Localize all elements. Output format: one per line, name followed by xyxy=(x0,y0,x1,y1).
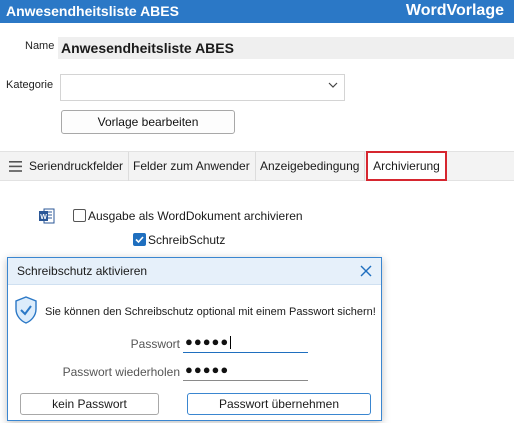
archive-checkbox-label: Ausgabe als WordDokument archivieren xyxy=(88,209,303,223)
accept-password-button[interactable]: Passwort übernehmen xyxy=(187,393,371,415)
edit-template-button[interactable]: Vorlage bearbeiten xyxy=(61,110,235,134)
password-field[interactable]: ●●●●● xyxy=(183,333,308,353)
tab-felder-zum-anwender[interactable]: Felder zum Anwender xyxy=(128,152,256,181)
dialog-titlebar: Schreibschutz aktivieren xyxy=(8,258,381,285)
shield-check-icon xyxy=(15,296,37,324)
repeat-password-label: Passwort wiederholen xyxy=(62,365,180,379)
chevron-down-icon[interactable] xyxy=(328,80,338,90)
write-protect-dialog: Schreibschutz aktivieren Sie können den … xyxy=(7,257,382,421)
dialog-message: Sie können den Schreibschutz optional mi… xyxy=(45,306,376,318)
archive-checkbox[interactable] xyxy=(73,209,86,222)
svg-text:W: W xyxy=(40,214,47,221)
title-bar: Anwesendheitsliste ABES WordVorlage xyxy=(0,0,514,23)
no-password-button[interactable]: kein Passwort xyxy=(20,393,159,415)
kategorie-label: Kategorie xyxy=(6,79,54,91)
close-icon[interactable] xyxy=(360,265,372,277)
checkmark-icon xyxy=(135,236,144,244)
repeat-password-field[interactable]: ●●●●● xyxy=(183,361,308,381)
menu-icon[interactable] xyxy=(9,161,22,172)
tab-archivierung[interactable]: Archivierung xyxy=(366,151,447,181)
write-protect-label: SchreibSchutz xyxy=(148,233,226,247)
module-name: WordVorlage xyxy=(405,2,504,19)
tab-seriendruckfelder[interactable]: Seriendruckfelder xyxy=(24,152,130,181)
tab-anzeigebedingung[interactable]: Anzeigebedingung xyxy=(255,152,366,181)
window-title: Anwesendheitsliste ABES xyxy=(6,3,179,19)
kategorie-dropdown[interactable] xyxy=(60,74,345,101)
password-label: Passwort xyxy=(130,337,180,351)
name-field[interactable]: Anwesendheitsliste ABES xyxy=(58,37,514,59)
word-document-icon: W xyxy=(39,208,55,224)
dialog-title: Schreibschutz aktivieren xyxy=(17,264,148,278)
repeat-password-value: ●●●●● xyxy=(185,362,230,377)
password-value: ●●●●● xyxy=(185,334,230,349)
name-label: Name xyxy=(25,40,55,52)
write-protect-checkbox[interactable] xyxy=(133,233,146,246)
